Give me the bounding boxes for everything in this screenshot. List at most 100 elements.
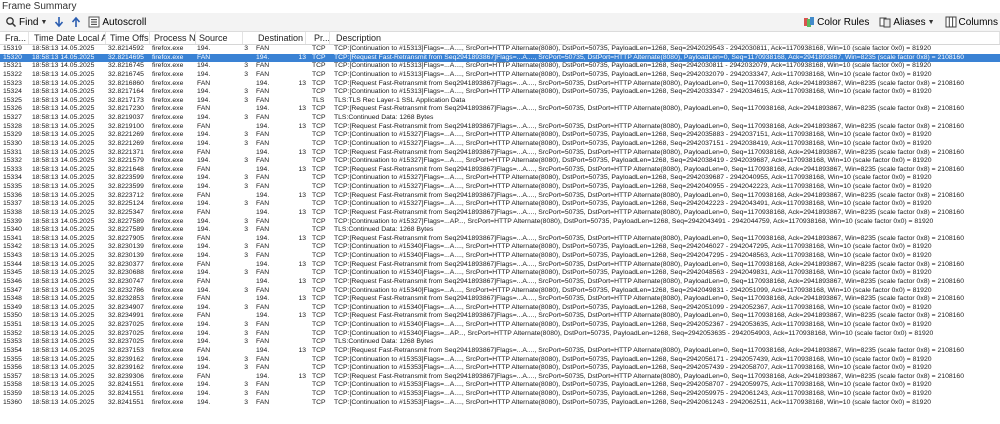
table-row[interactable]: 15347 18:58:13 14.05.2025 32.8232786 firefo…: [0, 287, 1000, 296]
table-row[interactable]: 15325 18:58:13 14.05.2025 32.8217173 firefo…: [0, 97, 1000, 106]
cell-source: FAN: [197, 346, 211, 354]
table-row[interactable]: 15330 18:58:13 14.05.2025 32.8221269 firefo…: [0, 140, 1000, 149]
table-row[interactable]: 15346 18:58:13 14.05.2025 32.8230747 firefo…: [0, 278, 1000, 287]
cell-time: 18:58:13 14.05.2025: [32, 79, 95, 87]
table-row[interactable]: 15351 18:58:13 14.05.2025 32.8237025 firefo…: [0, 321, 1000, 330]
cell-process: firefox.exe: [152, 70, 184, 78]
table-row[interactable]: 15324 18:58:13 14.05.2025 32.8217164 firefo…: [0, 88, 1000, 97]
table-row[interactable]: 15341 18:58:13 14.05.2025 32.8227905 firefo…: [0, 235, 1000, 244]
table-row[interactable]: 15348 18:58:13 14.05.2025 32.8232853 firefo…: [0, 295, 1000, 304]
table-row[interactable]: 15344 18:58:13 14.05.2025 32.8230377 firefo…: [0, 261, 1000, 270]
cell-time-offset: 32.8217230: [108, 105, 144, 113]
col-header-description[interactable]: Description: [334, 32, 1000, 44]
cell-time-offset: 32.8241551: [108, 390, 144, 397]
table-row[interactable]: 15339 18:58:13 14.05.2025 32.8227589 firefo…: [0, 218, 1000, 227]
table-row[interactable]: 15352 18:58:13 14.05.2025 32.8237025 firefo…: [0, 330, 1000, 339]
table-row[interactable]: 15329 18:58:13 14.05.2025 32.8221269 firefo…: [0, 131, 1000, 140]
col-header-destination[interactable]: Destination: [256, 32, 306, 44]
scroll-down-button[interactable]: [52, 14, 66, 31]
table-row[interactable]: 15321 18:58:13 14.05.2025 32.8216745 firefo…: [0, 62, 1000, 71]
cell-frame: 15346: [3, 277, 22, 285]
table-row[interactable]: 15336 18:58:13 14.05.2025 32.8223712 firefo…: [0, 192, 1000, 201]
col-header-frame[interactable]: Fra...: [3, 32, 29, 44]
cell-destination: FAN: [256, 243, 270, 251]
col-header-time[interactable]: Time Date Local Ad...: [32, 32, 106, 44]
cell-time: 18:58:13 14.05.2025: [32, 105, 95, 113]
col-header-source[interactable]: Source: [197, 32, 243, 44]
table-row[interactable]: 15327 18:58:13 14.05.2025 32.8219037 firefo…: [0, 114, 1000, 123]
table-row[interactable]: 15343 18:58:13 14.05.2025 32.8230139 firefo…: [0, 252, 1000, 261]
cell-time-offset: 32.8221371: [108, 148, 144, 156]
cell-protocol: TCP: [312, 321, 326, 328]
color-rules-button[interactable]: Color Rules: [801, 14, 871, 31]
table-row[interactable]: 15349 18:58:13 14.05.2025 32.8234907 firefo…: [0, 304, 1000, 313]
cell-frame: 15355: [3, 355, 22, 363]
cell-protocol: TCP: [312, 157, 326, 165]
table-row[interactable]: 15354 18:58:13 14.05.2025 32.8237153 firefo…: [0, 347, 1000, 356]
cell-description: TCP:[Request Fast-Retransmit from Seq294…: [334, 346, 964, 354]
aliases-button[interactable]: Aliases ▼: [877, 14, 936, 31]
cell-source: 194.: [197, 96, 211, 104]
cell-source: FAN: [197, 260, 211, 268]
cell-process: firefox.exe: [152, 96, 184, 104]
cell-destination: FAN: [256, 157, 270, 165]
find-button[interactable]: Find ▼: [3, 14, 49, 31]
cell-description: TCP:[Request Fast-Retransmit from Seq294…: [334, 260, 964, 268]
cell-process: firefox.exe: [152, 372, 184, 380]
table-row[interactable]: 15350 18:58:13 14.05.2025 32.8234991 firefo…: [0, 312, 1000, 321]
table-row[interactable]: 15319 18:58:13 14.05.2025 32.8214592 firefo…: [0, 45, 1000, 54]
table-row[interactable]: 15342 18:58:13 14.05.2025 32.8230139 firefo…: [0, 243, 1000, 252]
cell-description: TCP:[Continuation to #15313]Flags=...A..…: [334, 70, 932, 78]
cell-protocol: TCP: [312, 252, 326, 259]
cell-destination: FAN: [256, 390, 270, 397]
cell-frame: 15360: [3, 398, 22, 406]
table-row[interactable]: 15328 18:58:13 14.05.2025 32.8219100 firefo…: [0, 123, 1000, 132]
cell-time: 18:58:13 14.05.2025: [32, 131, 95, 139]
find-dropdown-caret-icon[interactable]: ▼: [40, 19, 47, 26]
table-row[interactable]: 15331 18:58:13 14.05.2025 32.8221371 firefo…: [0, 149, 1000, 158]
table-row[interactable]: 15334 18:58:13 14.05.2025 32.8223599 firefo…: [0, 174, 1000, 183]
table-row[interactable]: 15360 18:58:13 14.05.2025 32.8241551 firefo…: [0, 399, 1000, 408]
cell-frame: 15323: [3, 79, 22, 87]
cell-description: TCP:[Request Fast-Retransmit from Seq294…: [334, 79, 964, 87]
cell-destination: FAN: [256, 321, 270, 328]
autoscroll-toggle[interactable]: Autoscroll: [86, 14, 148, 31]
cell-description: TCP:[Continuation to #15327]Flags=...A..…: [334, 131, 932, 139]
grid-header: Fra... Time Date Local Ad... Time Offset…: [0, 32, 1000, 45]
table-row[interactable]: 15332 18:58:13 14.05.2025 32.8221579 firefo…: [0, 157, 1000, 166]
table-row[interactable]: 15322 18:58:13 14.05.2025 32.8216745 firefo…: [0, 71, 1000, 80]
cell-source-suffix: 3: [244, 183, 248, 190]
cell-time-offset: 32.8221269: [108, 131, 144, 139]
table-row[interactable]: 15355 18:58:13 14.05.2025 32.8239162 firefo…: [0, 356, 1000, 365]
scroll-up-button[interactable]: [69, 14, 83, 31]
cell-source: 194.: [197, 269, 211, 277]
cell-protocol: TCP: [312, 269, 326, 277]
cell-destination: FAN: [256, 355, 270, 363]
table-row[interactable]: 15356 18:58:13 14.05.2025 32.8239162 firefo…: [0, 364, 1000, 373]
col-header-time-offset[interactable]: Time Offset: [108, 32, 150, 44]
col-header-protocol[interactable]: Pr...: [312, 32, 330, 44]
cell-time-offset: 32.8241551: [108, 398, 144, 406]
table-row[interactable]: 15357 18:58:13 14.05.2025 32.8239306 firefo…: [0, 373, 1000, 382]
table-row[interactable]: 15340 18:58:13 14.05.2025 32.8227589 firefo…: [0, 226, 1000, 235]
table-row[interactable]: 15326 18:58:13 14.05.2025 32.8217230 firefo…: [0, 105, 1000, 114]
table-row[interactable]: 15320 18:58:13 14.05.2025 32.8214695 firefo…: [0, 53, 1000, 63]
cell-frame: 15359: [3, 390, 22, 397]
table-row[interactable]: 15338 18:58:13 14.05.2025 32.8225347 firefo…: [0, 209, 1000, 218]
columns-button[interactable]: Columns: [943, 14, 1000, 31]
table-row[interactable]: 15323 18:58:13 14.05.2025 32.8216860 firefo…: [0, 80, 1000, 89]
cell-time-offset: 32.8214592: [108, 45, 144, 52]
col-header-process[interactable]: Process N...: [152, 32, 196, 44]
table-row[interactable]: 15337 18:58:13 14.05.2025 32.8225124 firefo…: [0, 200, 1000, 209]
cell-time: 18:58:13 14.05.2025: [32, 53, 95, 61]
cell-time: 18:58:13 14.05.2025: [32, 200, 95, 208]
aliases-dropdown-caret-icon[interactable]: ▼: [928, 19, 935, 26]
table-row[interactable]: 15353 18:58:13 14.05.2025 32.8237025 firefo…: [0, 338, 1000, 347]
table-row[interactable]: 15335 18:58:13 14.05.2025 32.8223599 firefo…: [0, 183, 1000, 192]
table-row[interactable]: 15333 18:58:13 14.05.2025 32.8221648 firefo…: [0, 166, 1000, 175]
cell-frame: 15332: [3, 157, 22, 165]
table-row[interactable]: 15359 18:58:13 14.05.2025 32.8241551 firefo…: [0, 390, 1000, 399]
table-row[interactable]: 15345 18:58:13 14.05.2025 32.8230688 firefo…: [0, 269, 1000, 278]
cell-time: 18:58:13 14.05.2025: [32, 96, 95, 104]
table-row[interactable]: 15358 18:58:13 14.05.2025 32.8241551 firefo…: [0, 381, 1000, 390]
